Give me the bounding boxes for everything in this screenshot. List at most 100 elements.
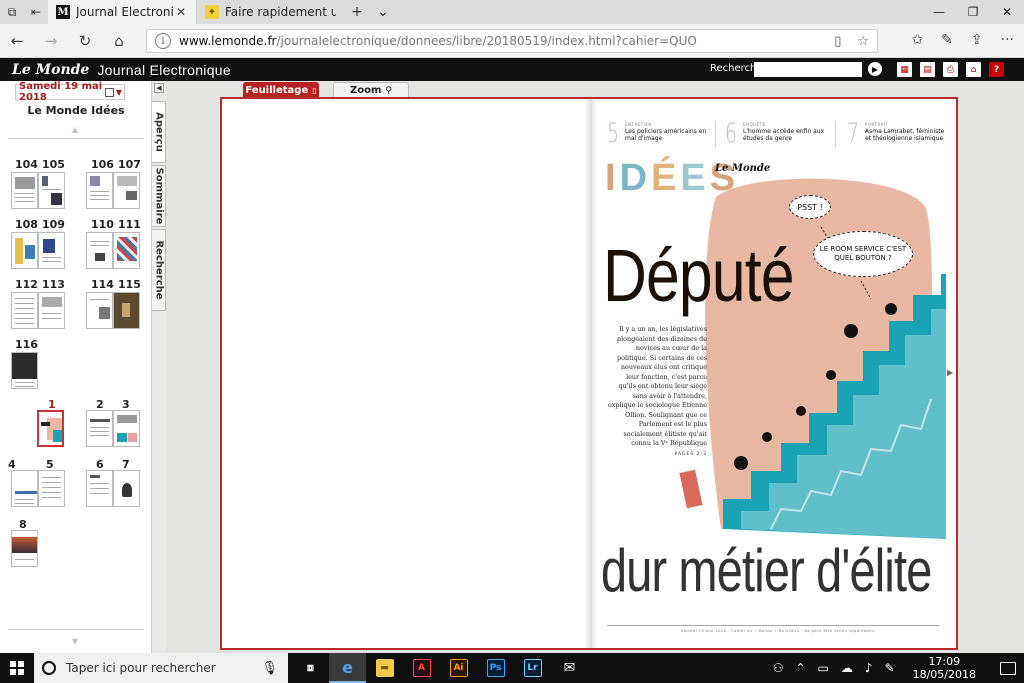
- tab-journal-electronique[interactable]: M Journal Electronique ✕: [48, 0, 196, 24]
- illustrator-icon[interactable]: Ai: [440, 653, 477, 683]
- next-page-icon[interactable]: ▶: [947, 368, 953, 377]
- page-thumbnail-113[interactable]: [38, 292, 65, 329]
- page-number: 113: [42, 278, 65, 291]
- edge-icon[interactable]: e: [329, 653, 366, 683]
- favorite-star-icon[interactable]: ☆: [857, 34, 869, 49]
- tab-apercu[interactable]: Aperçu: [152, 101, 166, 163]
- calendar-icon[interactable]: ▦: [897, 62, 912, 77]
- battery-icon[interactable]: ▭: [818, 661, 829, 675]
- pen-icon[interactable]: ✎: [941, 32, 953, 48]
- page-viewer: Feuilletage ▯ Zoom ⚲ ◀ 5 ENTRETIENLes po…: [166, 81, 1024, 653]
- pen-workspace-icon[interactable]: ✎: [885, 661, 895, 675]
- date-value: Samedi 19 mai 2018: [19, 81, 103, 103]
- task-view-icon[interactable]: ⧈: [292, 653, 329, 683]
- figure-head: [885, 303, 897, 315]
- acrobat-icon[interactable]: A: [403, 653, 440, 683]
- reading-view-icon[interactable]: ▯: [834, 34, 841, 49]
- page-thumbnail-107[interactable]: [113, 172, 140, 209]
- subhead: dur métier d'élite: [601, 537, 932, 604]
- page-thumbnail-6[interactable]: [86, 470, 113, 507]
- search-placeholder: Taper ici pour rechercher: [66, 661, 216, 675]
- set-aside-tabs-icon[interactable]: ⇤: [24, 0, 48, 24]
- page-thumbnail-116[interactable]: [11, 352, 38, 389]
- page-thumbnail-3[interactable]: [113, 410, 140, 447]
- page-thumbnail-111[interactable]: [113, 232, 140, 269]
- chevron-down-icon[interactable]: ⌄: [370, 0, 396, 24]
- standfirst-text: Il y a un an, les législatives plongeaie…: [607, 325, 707, 447]
- microphone-icon[interactable]: 🎙: [261, 661, 278, 676]
- page-thumbnail-109[interactable]: [38, 232, 65, 269]
- page-thumbnail-108[interactable]: [11, 232, 38, 269]
- front-page[interactable]: 5 ENTRETIEN Les policiers américains en m…: [591, 99, 956, 648]
- page-thumbnail-8[interactable]: [11, 530, 38, 567]
- le-monde-logo[interactable]: Le Monde: [12, 62, 89, 78]
- onedrive-icon[interactable]: ☁: [841, 661, 853, 675]
- home-icon[interactable]: ⌂: [102, 32, 136, 50]
- minimize-icon[interactable]: —: [922, 0, 956, 24]
- print-icon[interactable]: ⎙: [943, 62, 958, 77]
- lightroom-icon[interactable]: Lr: [514, 653, 551, 683]
- page-number: 111: [118, 218, 141, 231]
- page-thumbnail-112[interactable]: [11, 292, 38, 329]
- tab-zoom[interactable]: Zoom ⚲: [333, 82, 409, 98]
- photoshop-icon[interactable]: Ps: [477, 653, 514, 683]
- chevron-up-icon[interactable]: ⌃: [795, 661, 805, 675]
- home-icon[interactable]: ⌂: [966, 62, 981, 77]
- page-thumbnail-105[interactable]: [38, 172, 65, 209]
- back-icon[interactable]: ←: [0, 32, 34, 50]
- page-thumbnail-115[interactable]: [113, 292, 140, 329]
- page-thumbnail-2[interactable]: [86, 410, 113, 447]
- tab-recherche[interactable]: Recherche: [152, 229, 166, 311]
- forward-icon[interactable]: →: [34, 32, 68, 50]
- close-tab-icon[interactable]: ✕: [174, 5, 188, 19]
- tab-aside-icon[interactable]: ⧉: [0, 0, 24, 24]
- refresh-icon[interactable]: ↻: [68, 32, 102, 50]
- share-icon[interactable]: ⇪: [971, 32, 983, 48]
- divider: [8, 138, 144, 139]
- search-input[interactable]: [754, 62, 862, 77]
- new-tab-icon[interactable]: +: [344, 0, 370, 24]
- page-thumbnail-1[interactable]: [37, 410, 64, 447]
- system-clock[interactable]: 17:09 18/05/2018: [913, 655, 976, 681]
- windows-start-icon[interactable]: [0, 653, 34, 683]
- pdf-icon[interactable]: ▤: [920, 62, 935, 77]
- section-letter: D: [619, 157, 652, 199]
- url-input[interactable]: i www.lemonde.fr /journalelectronique/do…: [146, 29, 878, 53]
- people-icon[interactable]: ⚇: [773, 661, 784, 675]
- tab-label: Aperçu: [153, 112, 164, 152]
- scroll-down-icon[interactable]: ▼: [70, 638, 80, 646]
- page-number: 114: [91, 278, 114, 291]
- search-go-icon[interactable]: ▶: [868, 62, 882, 76]
- figure-head: [734, 456, 748, 470]
- more-icon[interactable]: ···: [1001, 32, 1014, 48]
- help-icon[interactable]: ?: [989, 62, 1004, 77]
- collapse-sidebar-icon[interactable]: ◀: [154, 83, 164, 93]
- page-thumbnail-7[interactable]: [113, 470, 140, 507]
- tab-label: Feuilletage: [245, 84, 309, 96]
- volume-icon[interactable]: ♪: [865, 661, 873, 675]
- page-thumbnail-104[interactable]: [11, 172, 38, 209]
- tab-feuilletage[interactable]: Feuilletage ▯: [243, 82, 319, 98]
- blank-left-page[interactable]: [222, 99, 591, 648]
- cortana-icon: [42, 661, 56, 675]
- tab-sommaire[interactable]: Sommaire: [152, 165, 166, 227]
- notification-icon[interactable]: [1000, 661, 1016, 675]
- page-thumbnail-110[interactable]: [86, 232, 113, 269]
- scroll-up-icon[interactable]: ▲: [70, 126, 80, 134]
- mail-icon[interactable]: ✉: [551, 653, 588, 683]
- page-thumbnail-4[interactable]: [11, 470, 38, 507]
- close-window-icon[interactable]: ✕: [990, 0, 1024, 24]
- section-title: Le Monde Idées: [27, 104, 125, 117]
- page-thumbnail-5[interactable]: [38, 470, 65, 507]
- file-explorer-icon[interactable]: ▬: [366, 653, 403, 683]
- tab-capture[interactable]: ✦ Faire rapidement une captu: [196, 0, 344, 24]
- info-icon[interactable]: i: [155, 33, 171, 49]
- date-selector[interactable]: Samedi 19 mai 2018 ▼: [15, 81, 125, 103]
- favorites-hub-icon[interactable]: ✩: [911, 32, 923, 48]
- restore-icon[interactable]: ❐: [956, 0, 990, 24]
- taskbar-search[interactable]: Taper ici pour rechercher 🎙: [34, 653, 288, 683]
- page-thumbnail-114[interactable]: [86, 292, 113, 329]
- page-thumbnail-106[interactable]: [86, 172, 113, 209]
- section-letter: I: [605, 157, 620, 199]
- page-footer: Samedi 19 mai 2018 · Cahier du « Monde »…: [681, 629, 876, 633]
